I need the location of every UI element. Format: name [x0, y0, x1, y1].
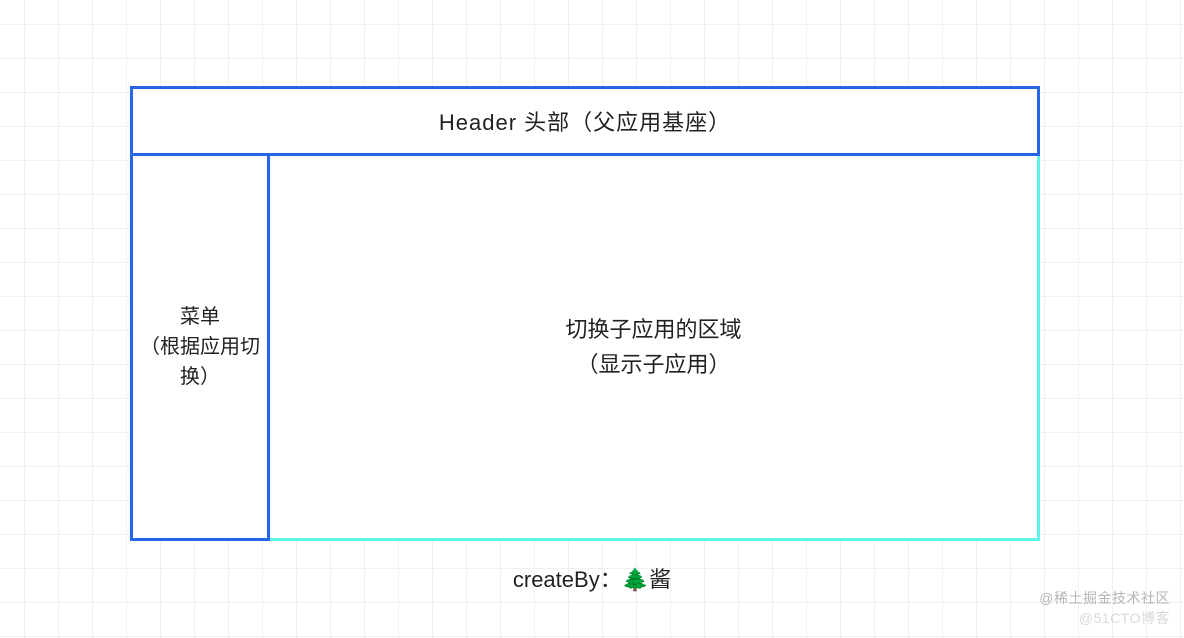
- sidebar-label: 菜单（根据应用切换）: [139, 302, 261, 392]
- credit-prefix: createBy：: [513, 567, 622, 592]
- sidebar-region: 菜单（根据应用切换）: [130, 156, 270, 541]
- header-region: Header 头部（父应用基座）: [130, 86, 1040, 156]
- header-label: Header 头部（父应用基座）: [439, 105, 731, 137]
- watermark-juejin: @稀土掘金技术社区: [1039, 588, 1170, 608]
- watermark-51cto: @51CTO博客: [1079, 608, 1170, 628]
- tree-icon: 🌲: [622, 567, 649, 592]
- content-region: 切换子应用的区域（显示子应用）: [270, 156, 1040, 541]
- credit-line: createBy：🌲酱: [0, 562, 1184, 594]
- layout-diagram: Header 头部（父应用基座） 菜单（根据应用切换） 切换子应用的区域（显示子…: [130, 86, 1040, 541]
- content-label: 切换子应用的区域（显示子应用）: [565, 312, 741, 382]
- credit-suffix: 酱: [649, 567, 671, 592]
